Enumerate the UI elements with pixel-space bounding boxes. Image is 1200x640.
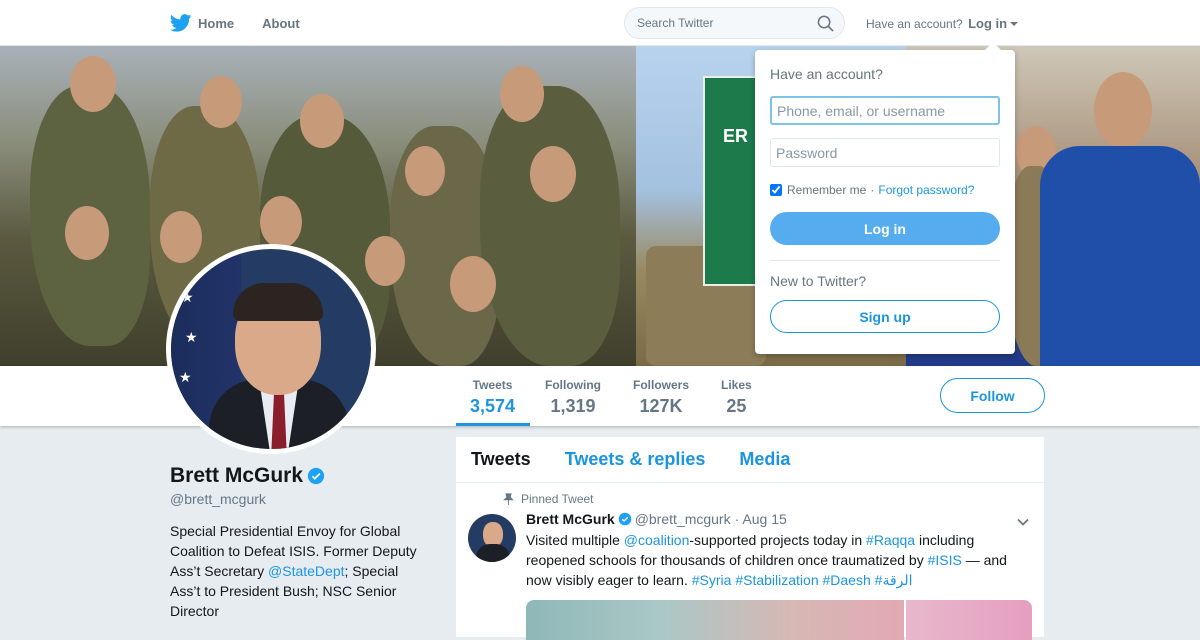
login-dropdown-toggle[interactable]: Log in <box>968 16 1019 31</box>
tweet-photo-1[interactable] <box>526 600 904 640</box>
tweet-header: Brett McGurk @brett_mcgurk · Aug 15 <box>526 511 787 527</box>
stat-likes-label: Likes <box>721 378 752 392</box>
profile-handle[interactable]: @brett_mcgurk <box>170 491 266 507</box>
mention-coalition-link[interactable]: @coalition <box>624 532 690 548</box>
hashtag-isis-link[interactable]: #ISIS <box>928 552 962 568</box>
account-menu: Have an account? Log in <box>866 16 1019 31</box>
account-prompt: Have an account? <box>866 17 963 31</box>
road-sign-graphic: ER <box>703 76 763 286</box>
stat-followers-label: Followers <box>633 378 690 392</box>
tweet-author-handle[interactable]: @brett_mcgurk <box>635 511 731 527</box>
stat-followers[interactable]: Followers 127K <box>633 378 689 417</box>
nav-about-label: About <box>262 15 300 31</box>
stat-likes-value: 25 <box>726 396 747 416</box>
timeline: Tweets Tweets & replies Media Pinned Twe… <box>456 437 1044 640</box>
hashtag-links[interactable]: #Syria #Stabilization #Daesh #الرقة <box>692 572 913 588</box>
profile-avatar[interactable]: ★ ★ ★ <box>166 244 376 454</box>
pin-icon <box>503 493 514 505</box>
username-input[interactable] <box>770 96 1000 125</box>
new-to-twitter-prompt: New to Twitter? <box>770 273 867 289</box>
remember-me-checkbox[interactable] <box>770 184 782 196</box>
stat-tweets-value: 3,574 <box>470 396 516 416</box>
login-button[interactable]: Log in <box>770 212 1000 245</box>
signup-button[interactable]: Sign up <box>770 300 1000 333</box>
tab-tweets[interactable]: Tweets <box>471 449 531 470</box>
stat-likes[interactable]: Likes 25 <box>721 378 752 417</box>
tab-tweets-and-replies[interactable]: Tweets & replies <box>565 449 706 470</box>
login-dropdown: Have an account? Remember me · Forgot pa… <box>755 42 1015 354</box>
forgot-password-link[interactable]: Forgot password? <box>878 183 974 197</box>
follow-button[interactable]: Follow <box>940 378 1045 413</box>
profile-name[interactable]: Brett McGurk <box>170 464 325 488</box>
password-input[interactable] <box>770 138 1000 167</box>
nav-home-link[interactable]: Home <box>170 14 234 32</box>
timeline-tabs: Tweets Tweets & replies Media <box>456 437 1044 483</box>
nav-left: Home About <box>170 0 328 46</box>
search-box[interactable] <box>624 7 845 39</box>
tweet-text-part: Visited multiple <box>526 532 624 548</box>
bio-statedept-link[interactable]: @StateDept <box>268 563 344 579</box>
dropdown-divider <box>770 260 1000 261</box>
profile-bio: Special Presidential Envoy for Global Co… <box>170 521 430 621</box>
profile-name-text: Brett McGurk <box>170 464 304 487</box>
search-icon[interactable] <box>817 15 834 32</box>
tweet-photo-2[interactable] <box>906 600 1032 640</box>
stat-tweets-label: Tweets <box>472 378 513 392</box>
tweet-date[interactable]: · Aug 15 <box>735 511 787 527</box>
tweet-text: Visited multiple @coalition-supported pr… <box>526 530 1016 590</box>
login-dropdown-title: Have an account? <box>770 66 883 82</box>
caret-down-icon <box>1010 22 1019 26</box>
avatar-hair <box>233 283 323 321</box>
pinned-tweet-text: Pinned Tweet <box>521 492 594 506</box>
pinned-tweet-label: Pinned Tweet <box>503 492 594 506</box>
stat-tweets[interactable]: Tweets 3,574 <box>470 378 515 417</box>
remember-me-row: Remember me · Forgot password? <box>770 183 974 197</box>
login-toggle-label: Log in <box>968 16 1008 31</box>
verified-badge-icon <box>307 467 325 485</box>
verified-badge-icon <box>618 512 631 526</box>
twitter-bird-icon <box>170 14 192 32</box>
nav-home-label: Home <box>198 15 235 31</box>
stat-following-value: 1,319 <box>550 396 596 416</box>
active-stat-underline <box>456 423 530 426</box>
search-input[interactable] <box>637 16 807 30</box>
hashtag-raqqa-link[interactable]: #Raqqa <box>866 532 915 548</box>
tab-media[interactable]: Media <box>739 449 790 470</box>
remember-me-label[interactable]: Remember me <box>787 183 866 197</box>
stat-following[interactable]: Following 1,319 <box>545 378 601 417</box>
separator-dot: · <box>870 183 875 197</box>
top-nav-bar: Home About Have an account? Log in <box>0 0 1200 46</box>
nav-about-link[interactable]: About <box>262 16 300 31</box>
tweet-media[interactable] <box>526 600 1032 640</box>
chevron-down-icon[interactable] <box>1016 515 1030 529</box>
tweet-text-part: -supported projects today in <box>689 532 867 548</box>
stat-following-label: Following <box>545 378 601 392</box>
tweet-author-avatar[interactable] <box>468 514 516 562</box>
header-photo-jacket <box>1040 146 1200 366</box>
stat-followers-value: 127K <box>639 396 683 416</box>
tweet-author-name[interactable]: Brett McGurk <box>526 511 615 527</box>
